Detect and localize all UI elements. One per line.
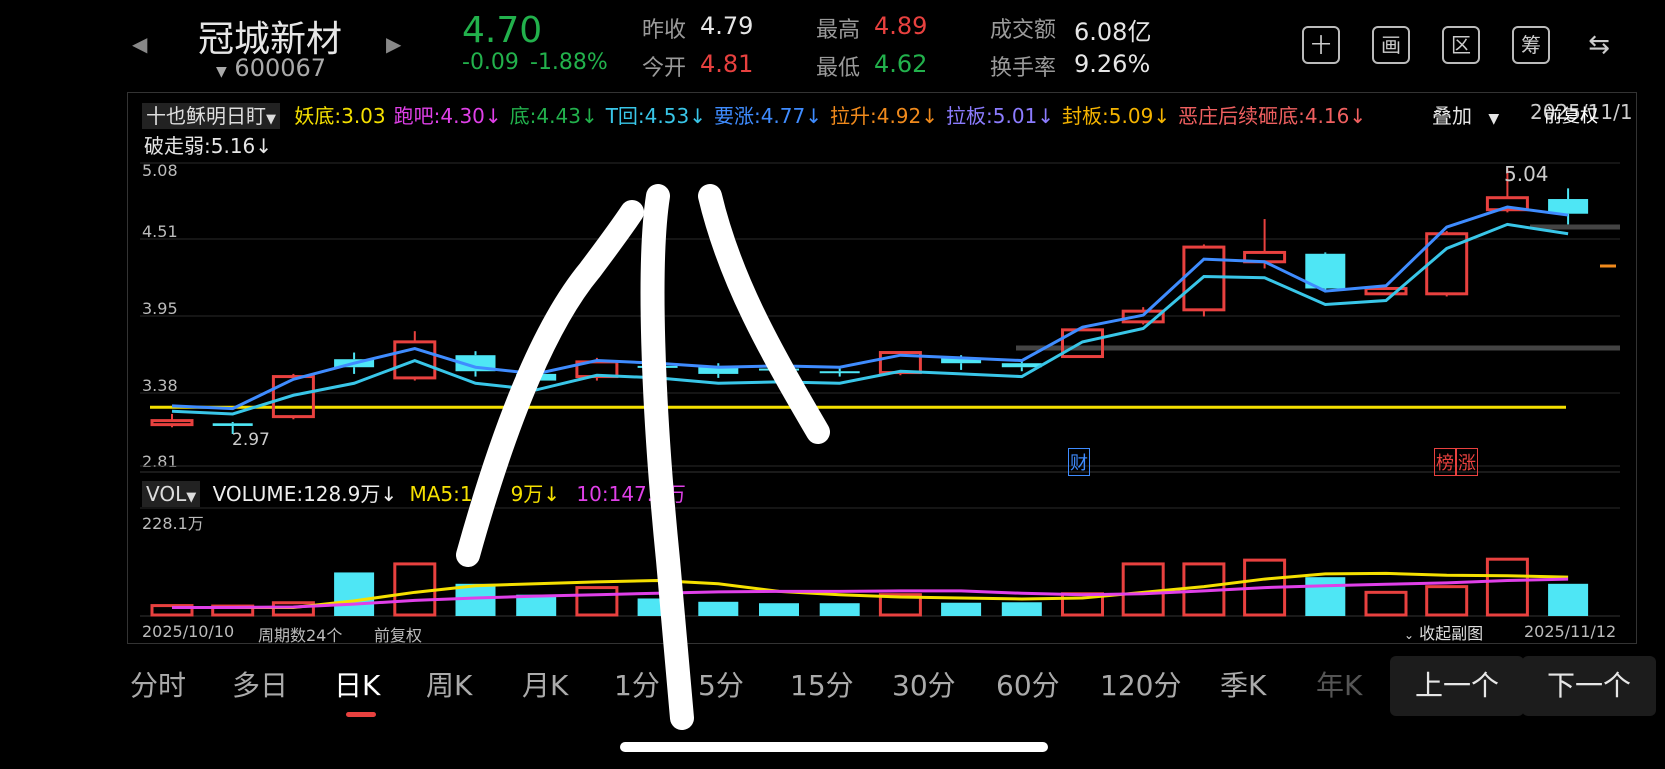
indicator-selector-label: 十也稣明日盯 xyxy=(146,104,266,128)
ma10-volume-label: 10:147.4万 xyxy=(576,482,686,506)
ma5-volume-label: MA5:1 xyxy=(409,482,473,506)
next-stock-arrow[interactable]: ▶ xyxy=(386,32,401,56)
high-value: 4.89 xyxy=(874,12,928,40)
low-value: 4.62 xyxy=(874,50,928,78)
price-change: -0.09 xyxy=(462,50,519,75)
active-tab-underline xyxy=(346,712,376,717)
volume-selector-label: VOL xyxy=(146,482,187,506)
tab-4[interactable]: 月K xyxy=(522,664,568,704)
prev-close-label: 昨收 xyxy=(642,18,687,43)
tab-2[interactable]: 日K xyxy=(334,664,380,704)
open-value: 4.81 xyxy=(700,50,754,78)
chevron-down-icon: ▼ xyxy=(186,490,197,505)
tab-7[interactable]: 15分 xyxy=(790,664,854,704)
range-tool-button[interactable]: 区 xyxy=(1442,26,1480,64)
high-label: 最高 xyxy=(816,18,861,43)
price-axis-3.38: 3.38 xyxy=(142,376,178,395)
chevron-down-icon: ▼ xyxy=(266,112,276,127)
price-change-pct: -1.88% xyxy=(530,50,608,75)
indicator-item: T回:4.53↓ xyxy=(605,104,706,128)
chevron-down-icon: ⌄ xyxy=(1404,628,1415,642)
tab-12[interactable]: 年K xyxy=(1316,664,1362,704)
tab-10[interactable]: 120分 xyxy=(1100,664,1181,704)
amount-label: 成交额 xyxy=(990,18,1057,43)
indicator-item: 封板:5.09↓ xyxy=(1062,104,1171,128)
price-axis-3.95: 3.95 xyxy=(142,299,178,318)
adjust-label: 前复权 xyxy=(1544,106,1598,127)
collapse-subchart-label: 收起副图 xyxy=(1419,624,1484,643)
indicator-item: 拉板:5.01↓ xyxy=(946,104,1055,128)
indicator-item: 妖底:3.03 xyxy=(294,104,386,128)
tab-3[interactable]: 周K xyxy=(426,664,472,704)
indicator-item: 拉升:4.92↓ xyxy=(829,104,939,128)
indicator-items: 妖底:3.03 跑吧:4.30↓ 底:4.43↓ T回:4.53↓ 要涨:4.77↓ 拉升… xyxy=(286,104,1366,128)
crosshair-tool-button[interactable]: 十 xyxy=(1302,26,1340,64)
chart-frame xyxy=(127,92,1637,644)
ma5-volume-label-tail: 9万↓ xyxy=(510,482,561,506)
high-price-marker: 5.04 xyxy=(1504,162,1549,186)
tab-8[interactable]: 30分 xyxy=(892,664,956,704)
chevron-down-icon: ▼ xyxy=(1488,111,1500,127)
prev-stock-arrow[interactable]: ◀ xyxy=(132,32,147,56)
tab-1[interactable]: 多日 xyxy=(232,664,288,704)
home-indicator xyxy=(620,742,1048,752)
collapse-subchart-button[interactable]: ⌄ 收起副图 xyxy=(1404,620,1483,644)
stock-code-dropdown[interactable]: ▼ 600067 xyxy=(216,54,326,82)
chevron-down-icon: ▼ xyxy=(216,64,227,80)
chip-tool-button[interactable]: 筹 xyxy=(1512,26,1550,64)
current-price: 4.70 xyxy=(462,10,543,51)
prev-close-value: 4.79 xyxy=(700,12,754,40)
overlay-label: 叠加 xyxy=(1432,104,1472,128)
volume-indicator-row: VOL▼ VOLUME:128.9万↓ MA5:1 9万↓ 10:147.4万 xyxy=(142,478,686,507)
limit-up-event-badge[interactable]: 涨 xyxy=(1456,448,1478,476)
tab-11[interactable]: 季K xyxy=(1220,664,1266,704)
indicator-row: 十也稣明日盯▼ 妖底:3.03 跑吧:4.30↓ 底:4.43↓ T回:4.53↓ 要涨… xyxy=(142,100,1366,129)
overlay-dropdown[interactable]: 叠加 ▼ xyxy=(1432,100,1499,129)
price-axis-5.08: 5.08 xyxy=(142,161,178,180)
stock-code: 600067 xyxy=(234,54,327,82)
draw-tool-button[interactable]: 画 xyxy=(1372,26,1410,64)
indicator-item: 恶庄后续砸底:4.16↓ xyxy=(1178,104,1367,128)
volume-selector[interactable]: VOL▼ xyxy=(142,481,201,507)
indicator-item: 要涨:4.77↓ xyxy=(713,104,822,128)
footer-adjust: 前复权 xyxy=(374,626,423,645)
indicator-item: 底:4.43↓ xyxy=(509,104,598,128)
indicator-selector[interactable]: 十也稣明日盯▼ xyxy=(142,103,280,129)
turnover-value: 9.26% xyxy=(1074,50,1151,78)
tab-9[interactable]: 60分 xyxy=(996,664,1060,704)
end-date: 2025/11/12 xyxy=(1524,622,1617,641)
start-date: 2025/10/10 xyxy=(142,622,235,641)
next-button[interactable]: 下一个 xyxy=(1522,656,1656,716)
volume-label: VOLUME:128.9万↓ xyxy=(212,482,398,506)
amount-value: 6.08亿 xyxy=(1074,18,1152,46)
turnover-label: 换手率 xyxy=(990,56,1057,81)
price-axis-4.51: 4.51 xyxy=(142,222,178,241)
price-axis-2.81: 2.81 xyxy=(142,452,178,471)
rotate-screen-button[interactable]: ⇆ xyxy=(1580,26,1618,64)
open-label: 今开 xyxy=(642,56,687,81)
indicator-item: 跑吧:4.30↓ xyxy=(393,104,502,128)
volume-axis-top: 228.1万 xyxy=(142,514,204,533)
tab-5[interactable]: 1分 xyxy=(614,664,660,704)
ranking-event-badge[interactable]: 榜 xyxy=(1434,448,1456,476)
low-price-marker: 2.97 xyxy=(232,430,270,450)
low-label: 最低 xyxy=(816,56,861,81)
tab-0[interactable]: 分时 xyxy=(130,664,186,704)
prev-button[interactable]: 上一个 xyxy=(1390,656,1524,716)
period-count: 周期数24个 xyxy=(258,626,343,645)
finance-event-badge[interactable]: 财 xyxy=(1068,448,1090,476)
indicator-line2: 破走弱:5.16↓ xyxy=(144,134,273,158)
tab-6[interactable]: 5分 xyxy=(698,664,744,704)
